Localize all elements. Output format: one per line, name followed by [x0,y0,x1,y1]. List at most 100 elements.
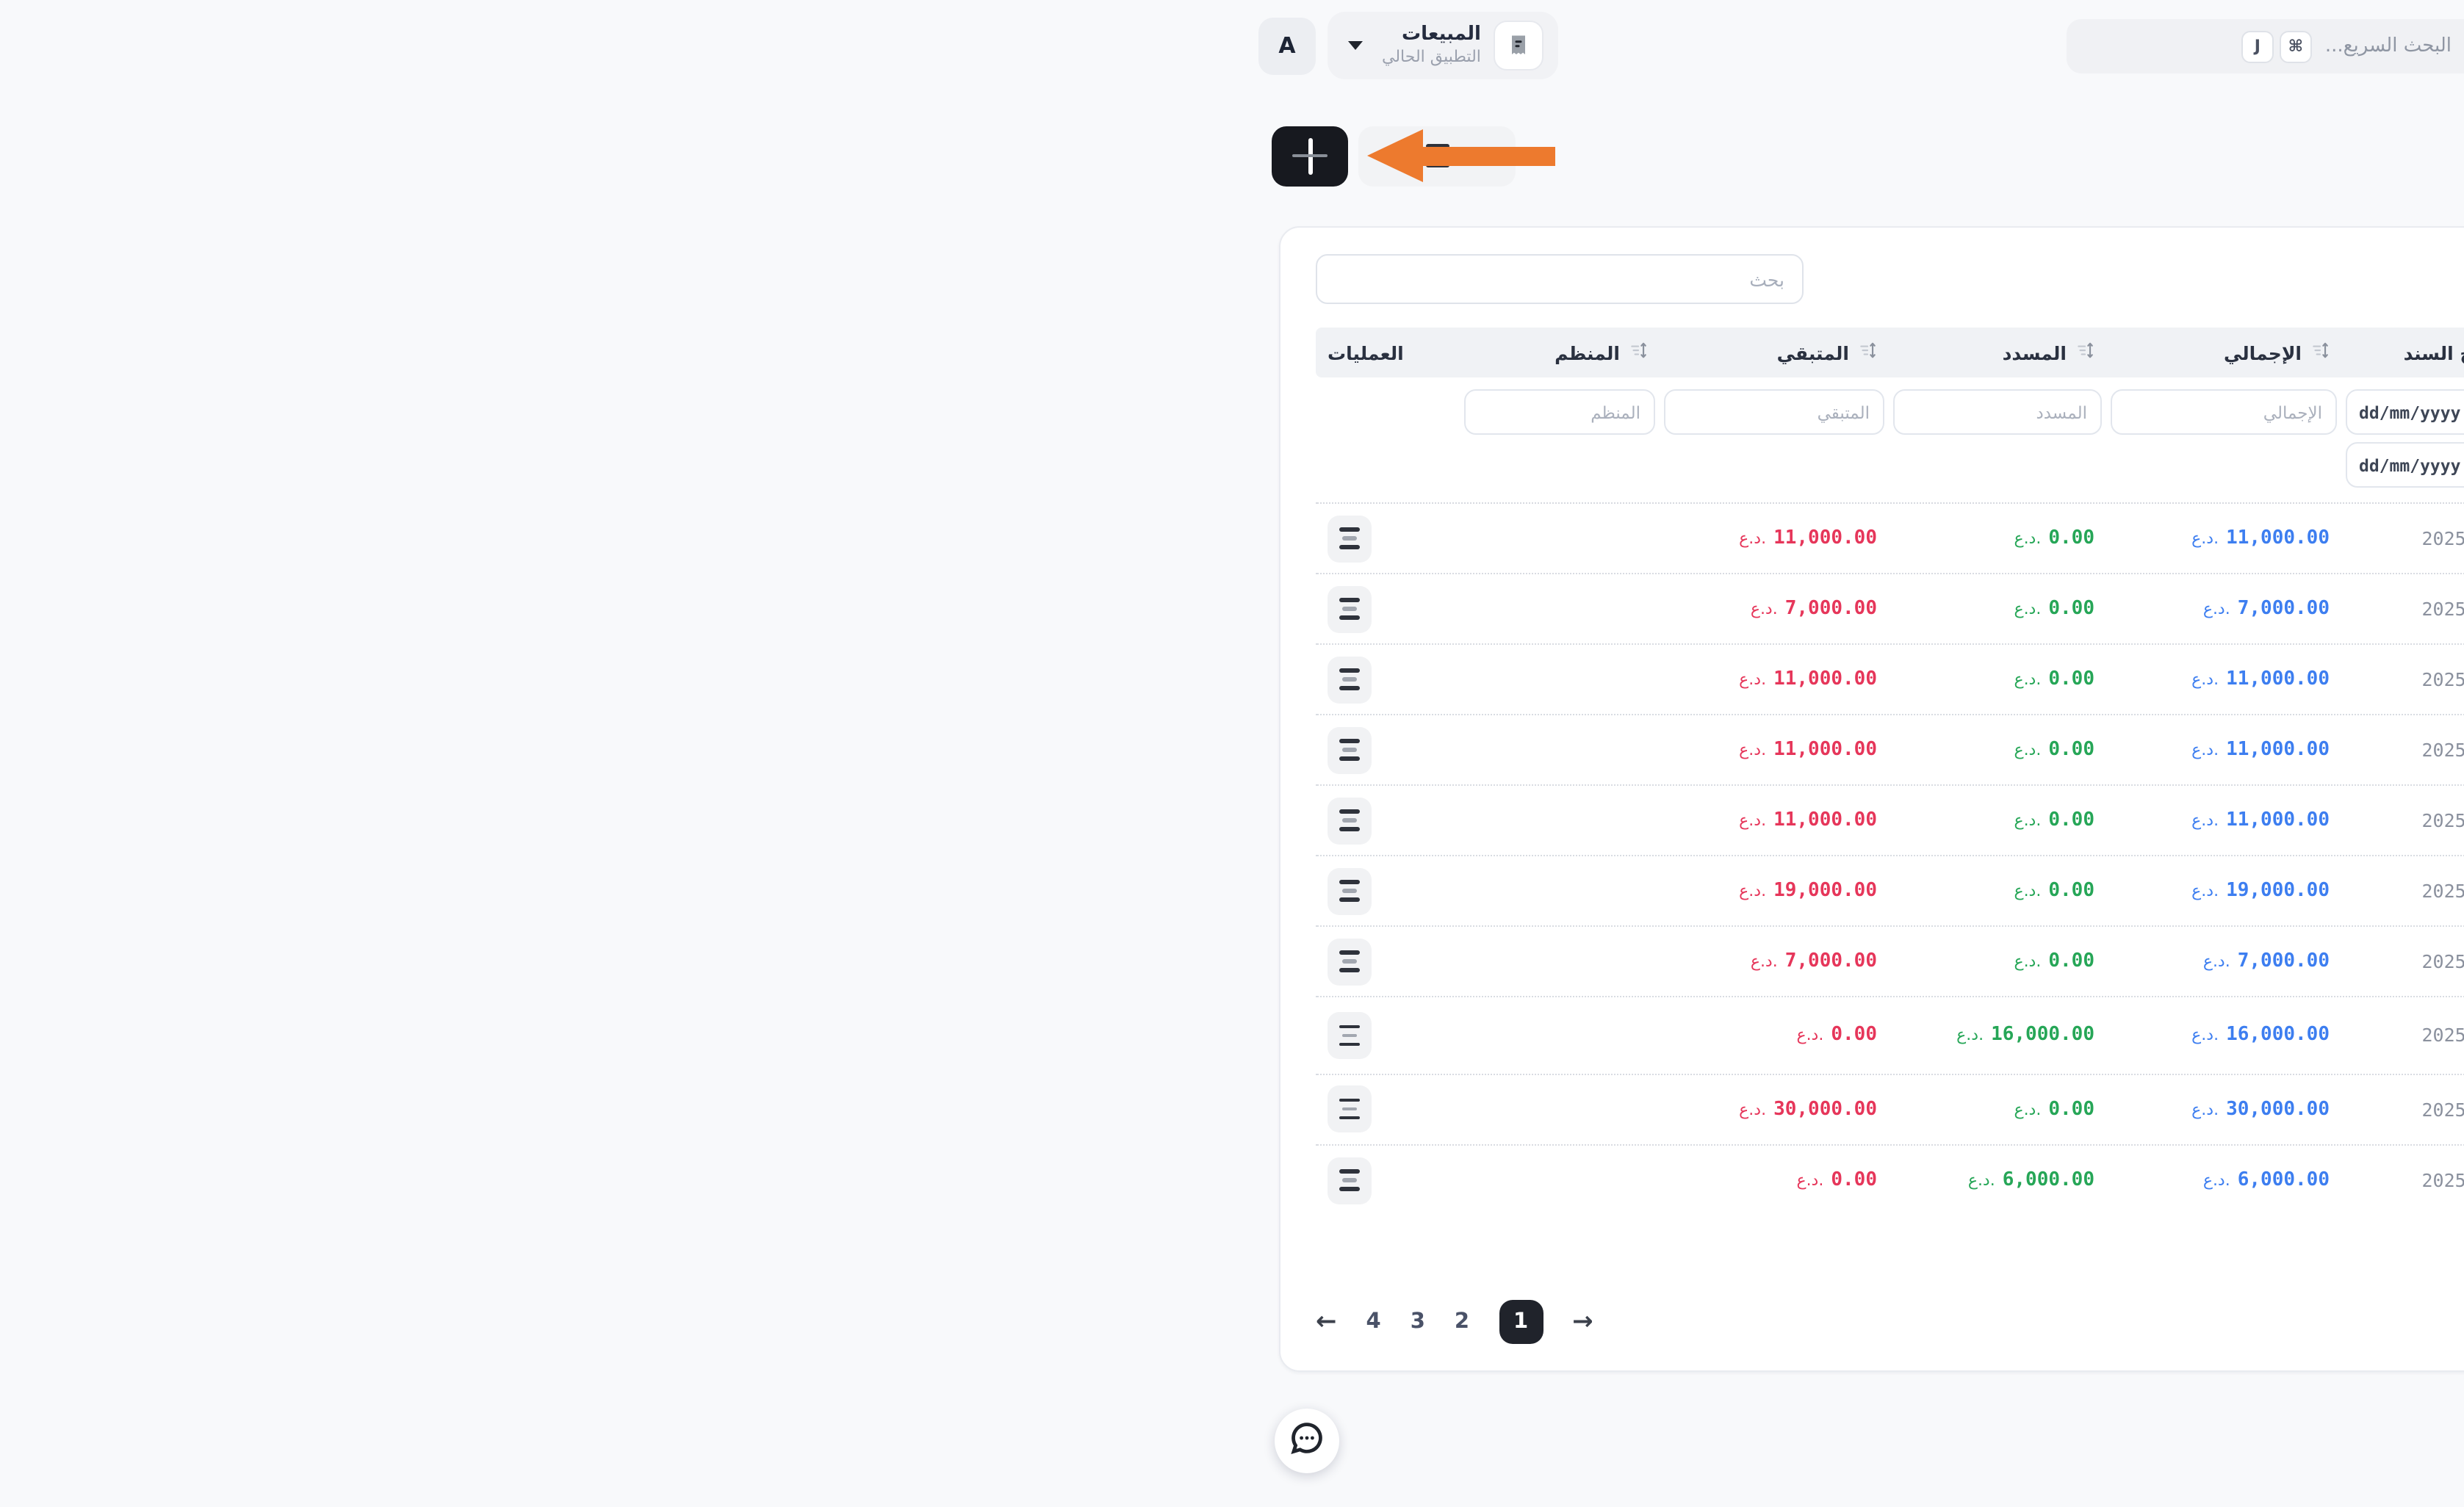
chat-bubble-icon [1289,1420,1325,1461]
date-cell: 2025-07-27 [2421,739,2464,761]
topbar: Plus corp البحث السريع... J ⌘ A [1232,0,2464,91]
app-switcher-texts: المبيعات التطبيق الحالي [1382,24,1481,68]
sort-icon [2075,341,2094,364]
amount-red: 0.00د.ع. [1671,1169,1877,1191]
amount-blue: 7,000.00د.ع. [2118,598,2330,620]
column-header-remaining[interactable]: المتبقي [1660,341,1889,364]
amount-red: 11,000.00د.ع. [1671,809,1877,831]
app-switcher[interactable]: المبيعات التطبيق الحالي [1328,12,1559,79]
filter-organizer [1460,389,1660,435]
amount-red: 7,000.00د.ع. [1671,950,1877,972]
date-cell: 2025-07-27 [2421,668,2464,690]
amount-green: 0.00د.ع. [1901,739,2094,761]
page-1-button[interactable]: 1 [1499,1300,1543,1344]
list-options-button[interactable] [1358,126,1516,186]
date-cell: 2025-07-26 [2421,1024,2464,1047]
filter-input-total[interactable] [2111,389,2337,435]
column-header-date[interactable]: تاريخ السند [2341,341,2464,364]
row-actions-button[interactable] [1328,515,1372,562]
page-3-button[interactable]: 3 [1411,1310,1425,1334]
row-actions-button[interactable] [1328,867,1372,914]
filter-input-organizer[interactable] [1464,389,1655,435]
column-label: العمليات [1328,341,1404,364]
table-row: INV/000029مستودع رئيسيtaha salim - C/000… [1316,927,2464,997]
page-4-button[interactable]: 4 [1366,1310,1381,1334]
table-row: INV/000030مستودع رئيسيtaha salim - C/000… [1316,856,2464,927]
filter-input-remaining[interactable] [1664,389,1884,435]
date-cell: 2025-07-27 [2421,598,2464,620]
column-label: المتبقي [1777,341,1849,364]
date-cell: 2025-07-27 [2421,880,2464,902]
table-filters: dd/mm/yyyy dd/mm/yyyy [1316,377,2464,504]
column-header-total[interactable]: الإجمالي [2106,341,2341,364]
row-actions-button[interactable] [1328,797,1372,844]
quick-search-placeholder: البحث السريع... [2325,35,2452,57]
receipt-app-icon [1494,21,1544,71]
app-root: +plus التطبيقات لوحة المبيعاتالزبائنعروض… [1232,0,2464,1507]
shortcut-keys: J ⌘ [2241,30,2312,62]
filter-paid [1889,389,2106,435]
table-body: INV/000035مستودع رئيسيtaha salim - C/000… [1316,504,2464,1215]
table-row: INV/000033مستودع رئيسيtaha salim - C/000… [1316,645,2464,715]
column-label: تاريخ السند [2404,341,2464,364]
table-header: تسلسل السندالمستودعالزبونتاريخ السندالإج… [1316,328,2464,377]
amount-blue: 19,000.00د.ع. [2118,880,2330,902]
table-search-input[interactable] [1316,254,1804,304]
row-actions-button[interactable] [1328,585,1372,632]
pagination: ← 4 3 2 1 → [1316,1300,1593,1344]
sort-icon [2310,341,2330,364]
amount-green: 0.00د.ع. [1901,950,2094,972]
amount-blue: 11,000.00د.ع. [2118,668,2330,690]
page-2-button[interactable]: 2 [1455,1310,1469,1334]
card-toolbar: عرض: 10الأعمدةتصديرحفظ الإعدادات [1316,251,2464,307]
prev-page-arrow[interactable]: ← [1316,1307,1337,1337]
page-header: فواتير المبيعات [1232,118,2464,194]
row-actions-button[interactable] [1328,726,1372,773]
next-page-arrow[interactable]: → [1572,1307,1593,1337]
table-row: INV/000032مستودع رئيسيtaha salim - C/000… [1316,715,2464,786]
card-footer: عرض 1 إلى 10 من 35 ← 4321 → [1316,1262,2464,1344]
amount-red: 30,000.00د.ع. [1671,1098,1877,1120]
sort-icon [1858,341,1877,364]
date-cell: 2025-07-26 [2421,1169,2464,1191]
amount-blue: 16,000.00د.ع. [2118,1024,2330,1047]
user-avatar[interactable]: A [1258,17,1316,74]
amount-green: 0.00د.ع. [1901,809,2094,831]
filter-remaining [1660,389,1889,435]
date-from-input[interactable]: dd/mm/yyyy [2346,389,2464,435]
table-row: INV/000034مستودع رئيسيtaha salim - C/000… [1316,574,2464,645]
add-invoice-button[interactable] [1272,126,1348,186]
row-actions-button[interactable] [1328,1157,1372,1204]
amount-red: 11,000.00د.ع. [1671,527,1877,549]
topbar-left-group: A المبيعات التطبيق الحالي [1258,12,1559,79]
amount-blue: 11,000.00د.ع. [2118,739,2330,761]
column-header-organizer[interactable]: المنظم [1460,341,1660,364]
table-row: INV/000031مستودع رئيسيtaha salim - C/000… [1316,786,2464,856]
invoices-card: عرض: 10الأعمدةتصديرحفظ الإعدادات تسلسل ا… [1279,226,2464,1372]
app-switcher-subtitle: التطبيق الحالي [1382,48,1481,68]
amount-red: 11,000.00د.ع. [1671,739,1877,761]
amount-blue: 6,000.00د.ع. [2118,1169,2330,1191]
shortcut-key-j: J [2241,30,2274,62]
row-actions-button[interactable] [1328,656,1372,703]
column-header-paid[interactable]: المسدد [1889,341,2106,364]
amount-green: 0.00د.ع. [1901,598,2094,620]
date-cell: 2025-07-27 [2421,809,2464,831]
page-actions [1272,126,1516,186]
amount-blue: 30,000.00د.ع. [2118,1098,2330,1120]
quick-search-input[interactable]: البحث السريع... J ⌘ [2067,19,2464,73]
amount-green: 0.00د.ع. [1901,1098,2094,1120]
column-label: المنظم [1555,341,1620,364]
pagination-pages: 4 3 2 1 [1366,1300,1543,1344]
row-actions-button[interactable] [1328,1012,1372,1059]
chevron-down-icon [1348,41,1363,50]
date-to-input[interactable]: dd/mm/yyyy [2346,442,2464,488]
table-row: INV/000027مستودع رئيسيAbbas - C/00000220… [1316,1074,2464,1145]
date-cell: 2025-07-27 [2421,527,2464,549]
amount-blue: 11,000.00د.ع. [2118,809,2330,831]
row-actions-button[interactable] [1328,1085,1372,1132]
filter-input-paid[interactable] [1893,389,2102,435]
row-actions-button[interactable] [1328,938,1372,985]
support-chat-button[interactable] [1275,1409,1339,1473]
shortcut-key-cmd: ⌘ [2280,30,2312,62]
